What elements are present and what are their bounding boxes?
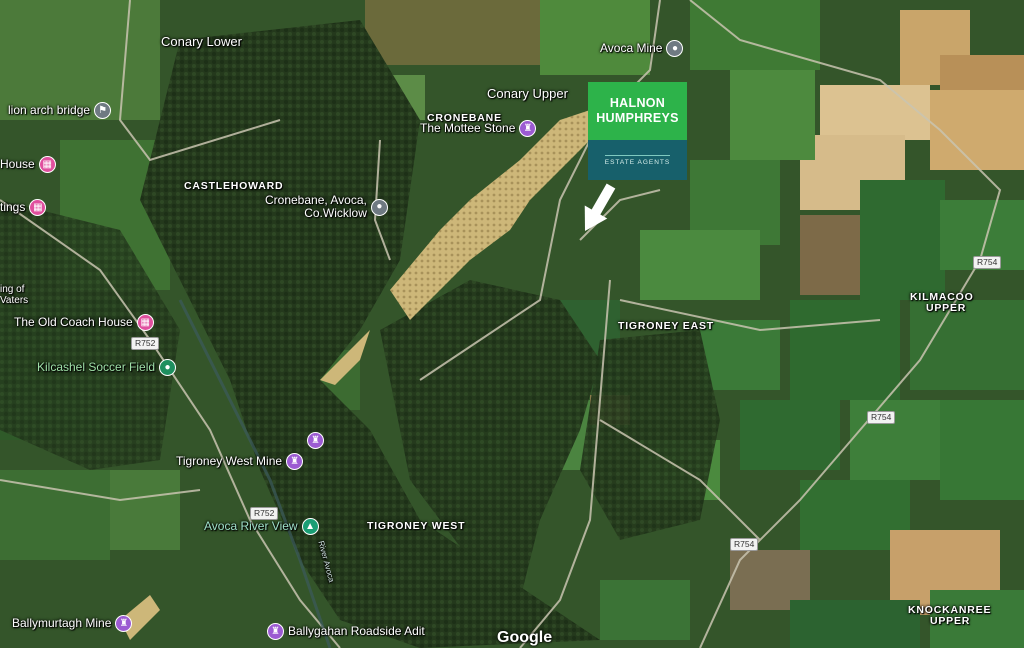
bed-icon: ▦ (136, 314, 154, 331)
place-label-castlehoward: CASTLEHOWARD (184, 180, 284, 192)
poi-label: The Old Coach House (14, 315, 133, 329)
place-label-tigroney-west: TIGRONEY WEST (367, 520, 466, 532)
road-shield-r752: R752 (131, 337, 160, 350)
road-shield-r754: R754 (867, 411, 896, 424)
place-label-vaters: Vaters (0, 295, 29, 306)
estate-agent-logo: HALNON HUMPHREYS ESTATE AGENTS (588, 82, 687, 180)
bed-icon: ▦ (29, 199, 47, 216)
landmark-icon: ⚑ (94, 102, 112, 119)
monument-icon: ♜ (115, 615, 133, 632)
monument-icon: ♜ (286, 453, 304, 470)
bed-icon: ▦ (38, 156, 56, 173)
poi-house[interactable]: House ▦ (0, 156, 56, 173)
poi-label: lion arch bridge (8, 103, 91, 117)
place-label-tigroney-east: TIGRONEY EAST (618, 320, 714, 332)
logo-line2: HUMPHREYS (596, 111, 679, 125)
park-icon: ▲ (301, 518, 319, 535)
poi-label-line2: Co.Wicklow (304, 206, 367, 220)
poi-ballygahan-adit[interactable]: ♜ Ballygahan Roadside Adit (267, 623, 425, 640)
location-pin-icon: ● (370, 198, 388, 216)
monument-icon: ♜ (519, 120, 537, 137)
sports-icon: ● (159, 359, 177, 376)
poi-label: Ballymurtagh Mine (12, 616, 112, 630)
poi-label: Kilcashel Soccer Field (37, 360, 156, 374)
poi-label: Avoca River View (204, 519, 298, 533)
satellite-map[interactable]: Conary Lower Conary Upper CRONEBANE CAST… (0, 0, 1024, 648)
logo-line1: HALNON (609, 96, 666, 110)
road-shield-r754: R754 (973, 256, 1002, 269)
poi-lion-arch-bridge[interactable]: lion arch bridge ⚑ (8, 102, 112, 119)
logo-subtitle: ESTATE AGENTS (588, 140, 687, 180)
poi-old-coach-house[interactable]: The Old Coach House ▦ (14, 314, 154, 331)
poi-label: The Mottee Stone (420, 121, 516, 135)
monument-icon: ♜ (267, 623, 284, 640)
poi-label: Tigroney West Mine (176, 454, 283, 468)
place-label-kilmacoo-upper: UPPER (926, 302, 967, 314)
poi-label: Ballygahan Roadside Adit (288, 624, 425, 638)
poi-label: tings (0, 200, 26, 214)
poi-tigroney-west-mine[interactable]: Tigroney West Mine ♜ (176, 453, 304, 470)
place-label-conary-upper: Conary Upper (487, 86, 568, 101)
poi-avoca-mine[interactable]: Avoca Mine ● (600, 40, 684, 57)
poi-ballymurtagh-mine[interactable]: Ballymurtagh Mine ♜ (12, 615, 133, 632)
poi-label: Avoca Mine (600, 41, 663, 55)
poi-avoca-river-view[interactable]: Avoca River View ▲ (204, 518, 319, 535)
logo-line3: ESTATE AGENTS (604, 154, 671, 166)
monument-icon: ♜ (307, 432, 324, 449)
location-pin-icon: ● (666, 40, 684, 57)
place-label-knockanree-upper: UPPER (930, 615, 971, 627)
google-attribution: Google (497, 629, 553, 646)
road-shield-r754: R754 (730, 538, 759, 551)
place-label-conary-lower: Conary Lower (161, 34, 242, 49)
poi-cronebane-avoca[interactable]: Cronebane, Avoca, Co.Wicklow ● (265, 194, 388, 220)
poi-label: House (0, 157, 35, 171)
poi-monument[interactable]: ♜ (307, 432, 324, 449)
poi-tings[interactable]: tings ▦ (0, 199, 47, 216)
logo-wordmark: HALNON HUMPHREYS (588, 82, 687, 140)
road-shield-r752: R752 (250, 507, 279, 520)
poi-mottee-stone[interactable]: The Mottee Stone ♜ (420, 120, 537, 137)
poi-kilcashel-soccer-field[interactable]: Kilcashel Soccer Field ● (37, 359, 177, 376)
